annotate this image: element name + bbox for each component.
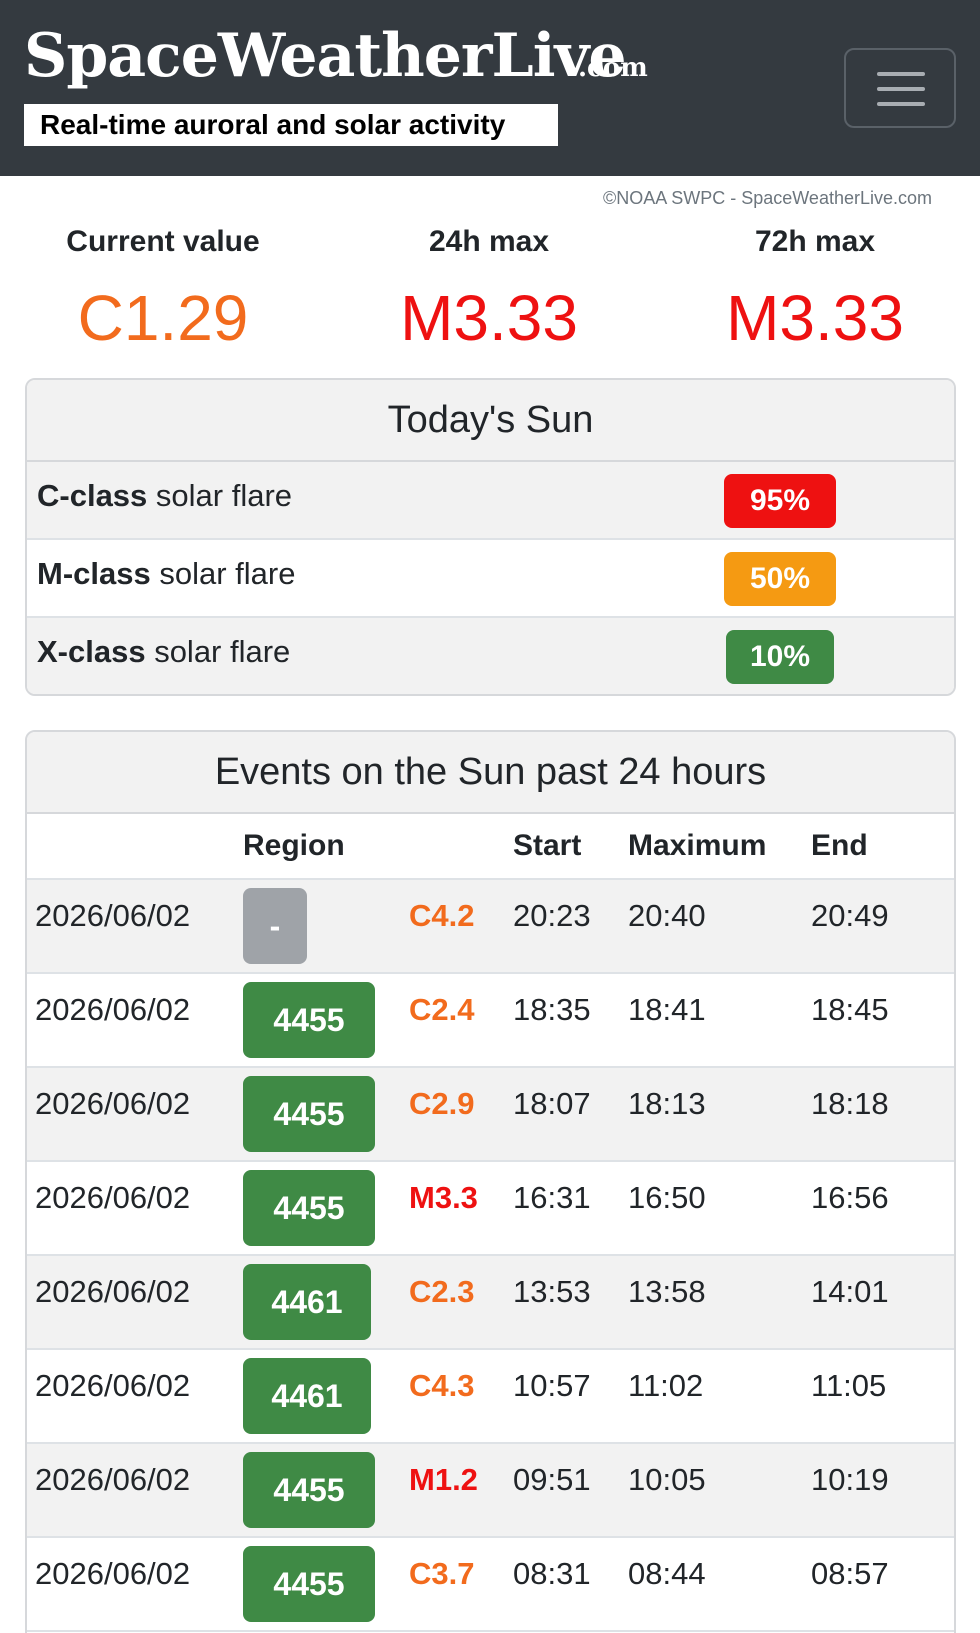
column-header-start: Start: [513, 829, 582, 862]
region-badge[interactable]: 4461: [243, 1264, 371, 1340]
event-start: 10:57: [513, 1368, 591, 1403]
card-title: Events on the Sun past 24 hours: [27, 732, 954, 814]
events-table-header: Region Start Maximum End: [27, 814, 954, 880]
column-header-region: Region: [243, 829, 345, 862]
event-date: 2026/06/02: [35, 1086, 191, 1121]
region-badge[interactable]: 4455: [243, 1546, 375, 1622]
region-badge[interactable]: 4461: [243, 1358, 371, 1434]
probability-badge: 10%: [726, 630, 834, 684]
flare-class: M-class: [37, 556, 151, 591]
flare-row-c: C-class solar flare 95%: [27, 462, 954, 540]
event-start: 08:31: [513, 1556, 591, 1591]
event-class: C2.3: [409, 1274, 475, 1309]
event-date: 2026/06/02: [35, 1462, 191, 1497]
region-badge[interactable]: 4455: [243, 1076, 375, 1152]
event-end: 08:57: [811, 1556, 889, 1591]
event-date: 2026/06/02: [35, 1556, 191, 1591]
region-badge[interactable]: 4455: [243, 1170, 375, 1246]
event-class: C2.4: [409, 992, 475, 1027]
events-card: Events on the Sun past 24 hours Region S…: [25, 730, 956, 1633]
flare-class: C-class: [37, 478, 148, 513]
data-credit: ©NOAA SWPC - SpaceWeatherLive.com: [602, 188, 932, 208]
event-maximum: 18:41: [628, 992, 706, 1027]
event-date: 2026/06/02: [35, 1368, 191, 1403]
event-end: 11:05: [811, 1368, 887, 1403]
event-class: C4.3: [409, 1368, 475, 1403]
table-row: 2026/06/02 C4.3 10:57 11:02 11:05 4461: [27, 1350, 954, 1444]
site-logo[interactable]: SpaceWeatherLive: [24, 20, 627, 92]
flare-label: solar flare: [145, 634, 291, 669]
event-start: 20:23: [513, 898, 591, 933]
stat-24h-max: 24h max M3.33: [326, 220, 652, 358]
stat-label: 72h max: [754, 225, 876, 258]
card-title: Today's Sun: [27, 380, 954, 462]
event-maximum: 10:05: [628, 1462, 706, 1497]
stat-current-value: Current value C1.29: [0, 220, 326, 358]
stat-value: M3.33: [400, 282, 578, 354]
event-class: C4.2: [409, 898, 475, 933]
table-row: 2026/06/02 C4.2 20:23 20:40 20:49 -: [27, 880, 954, 974]
menu-button[interactable]: [844, 48, 956, 128]
event-maximum: 20:40: [628, 898, 706, 933]
event-end: 18:18: [811, 1086, 889, 1121]
table-row: 2026/06/02 C2.4 18:35 18:41 18:45 4455: [27, 974, 954, 1068]
event-date: 2026/06/02: [35, 898, 191, 933]
event-maximum: 18:13: [628, 1086, 706, 1121]
table-row: 2026/06/02 C3.7 08:31 08:44 08:57 4455: [27, 1538, 954, 1632]
event-end: 18:45: [811, 992, 889, 1027]
table-row: 2026/06/02 C2.3 13:53 13:58 14:01 4461: [27, 1256, 954, 1350]
flare-label: solar flare: [150, 556, 296, 591]
flare-label: solar flare: [147, 478, 293, 513]
region-badge[interactable]: 4455: [243, 982, 375, 1058]
column-header-end: End: [811, 829, 868, 862]
events-table-body: 2026/06/02 C4.2 20:23 20:40 20:49-2026/06/02…: [27, 880, 954, 1632]
event-date: 2026/06/02: [35, 1180, 191, 1215]
event-maximum: 13:58: [628, 1274, 706, 1309]
event-maximum: 08:44: [628, 1556, 706, 1591]
table-row: 2026/06/02 C2.9 18:07 18:13 18:18 4455: [27, 1068, 954, 1162]
site-tagline: Real-time auroral and solar activity: [24, 104, 558, 146]
column-header-maximum: Maximum: [628, 829, 767, 862]
table-row: 2026/06/02 M1.2 09:51 10:05 10:19 4455: [27, 1444, 954, 1538]
event-class: C3.7: [409, 1556, 475, 1591]
event-start: 16:31: [513, 1180, 591, 1215]
probability-badge: 50%: [724, 552, 836, 606]
event-maximum: 16:50: [628, 1180, 706, 1215]
event-end: 14:01: [811, 1274, 889, 1309]
event-maximum: 11:02: [628, 1368, 704, 1403]
flare-row-m: M-class solar flare 50%: [27, 540, 954, 618]
stat-label: Current value: [66, 225, 260, 258]
todays-sun-card: Today's Sun C-class solar flare 95% M-cl…: [25, 378, 956, 696]
event-end: 10:19: [811, 1462, 889, 1497]
event-date: 2026/06/02: [35, 992, 191, 1027]
probability-badge: 95%: [724, 474, 836, 528]
event-start: 09:51: [513, 1462, 591, 1497]
event-end: 16:56: [811, 1180, 889, 1215]
event-date: 2026/06/02: [35, 1274, 191, 1309]
event-class: M3.3: [409, 1180, 478, 1215]
flare-row-x: X-class solar flare 10%: [27, 618, 954, 694]
site-logo-suffix[interactable]: .com: [578, 50, 648, 86]
region-badge-none: -: [243, 888, 307, 964]
event-class: C2.9: [409, 1086, 475, 1121]
stat-value: M3.33: [726, 282, 904, 354]
event-class: M1.2: [409, 1462, 478, 1497]
flare-class: X-class: [37, 634, 146, 669]
site-header: SpaceWeatherLive .com Real-time auroral …: [0, 0, 980, 176]
event-start: 18:35: [513, 992, 591, 1027]
event-start: 18:07: [513, 1086, 591, 1121]
stat-72h-max: 72h max M3.33: [652, 220, 978, 358]
region-badge[interactable]: 4455: [243, 1452, 375, 1528]
stat-label: 24h max: [428, 225, 550, 258]
table-row: 2026/06/02 M3.3 16:31 16:50 16:56 4455: [27, 1162, 954, 1256]
hamburger-menu-icon: [877, 72, 925, 76]
event-end: 20:49: [811, 898, 889, 933]
stat-value: C1.29: [77, 282, 249, 354]
event-start: 13:53: [513, 1274, 591, 1309]
